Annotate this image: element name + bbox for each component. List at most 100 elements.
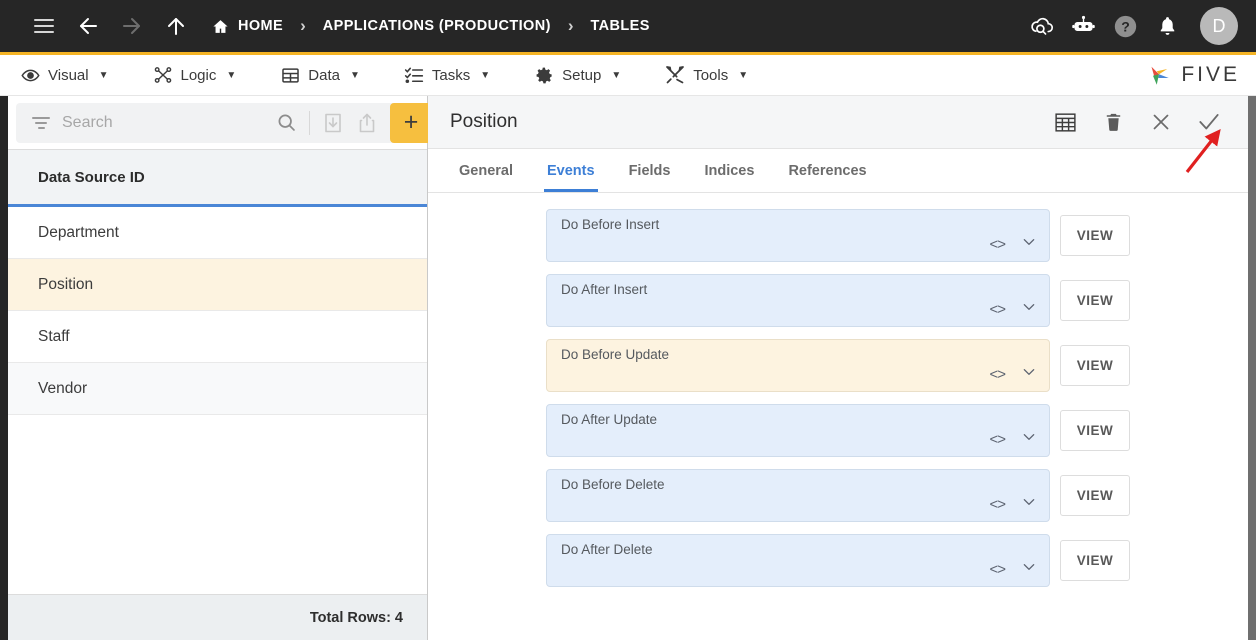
save-check-icon[interactable]: [1192, 105, 1226, 139]
gear-icon: [534, 65, 554, 85]
event-row-do-before-update: Do Before Update <> VIEW: [546, 339, 1130, 392]
event-label: Do After Insert: [561, 282, 648, 297]
table-row[interactable]: Staff: [8, 311, 427, 363]
tab-label: Fields: [628, 162, 671, 179]
cloud-search-icon[interactable]: [1024, 9, 1058, 43]
bell-icon[interactable]: [1150, 9, 1184, 43]
code-icon[interactable]: <>: [989, 496, 1006, 513]
avatar[interactable]: D: [1200, 7, 1238, 45]
svg-text:?: ?: [1121, 18, 1130, 34]
hamburger-menu-icon[interactable]: [22, 4, 66, 48]
import-icon[interactable]: [316, 106, 350, 140]
tab-indices[interactable]: Indices: [687, 149, 771, 192]
grid-column-header-data-source-id[interactable]: Data Source ID: [8, 150, 427, 207]
event-input-do-after-delete[interactable]: Do After Delete <>: [546, 534, 1050, 587]
grid-view-icon[interactable]: [1048, 105, 1082, 139]
search-icon[interactable]: [269, 106, 303, 140]
chevron-down-icon[interactable]: [1021, 494, 1037, 515]
tab-events[interactable]: Events: [530, 149, 612, 192]
breadcrumb-item-applications[interactable]: APPLICATIONS (PRODUCTION): [323, 18, 551, 34]
event-row-do-before-insert: Do Before Insert <> VIEW: [546, 209, 1130, 262]
help-icon[interactable]: ?: [1108, 9, 1142, 43]
event-input-do-after-insert[interactable]: Do After Insert <>: [546, 274, 1050, 327]
table-row[interactable]: Position: [8, 259, 427, 311]
tab-fields[interactable]: Fields: [612, 149, 688, 192]
home-icon: [213, 19, 228, 33]
chevron-down-icon: ▼: [480, 69, 491, 81]
event-input-do-after-update[interactable]: Do After Update <>: [546, 404, 1050, 457]
up-button[interactable]: [154, 4, 198, 48]
view-button[interactable]: VIEW: [1060, 540, 1130, 581]
tab-label: References: [788, 162, 867, 179]
search-input[interactable]: [62, 113, 269, 132]
right-window-edge: [1248, 96, 1256, 640]
tools-icon: [665, 65, 685, 85]
chevron-down-icon[interactable]: [1021, 364, 1037, 385]
view-button[interactable]: VIEW: [1060, 475, 1130, 516]
menu-item-tasks[interactable]: Tasks ▼: [404, 65, 506, 85]
add-button[interactable]: +: [390, 102, 432, 143]
tab-references[interactable]: References: [771, 149, 883, 192]
breadcrumb-label-tables: TABLES: [590, 18, 650, 34]
search-toolbar: +: [8, 96, 440, 149]
event-label: Do Before Update: [561, 347, 670, 362]
event-input-do-before-delete[interactable]: Do Before Delete <>: [546, 469, 1050, 522]
export-icon[interactable]: [350, 106, 384, 140]
view-button[interactable]: VIEW: [1060, 410, 1130, 451]
chevron-down-icon[interactable]: [1021, 559, 1037, 580]
chevron-down-icon[interactable]: [1021, 299, 1037, 320]
arrow-left-icon: [80, 18, 97, 34]
code-icon[interactable]: <>: [989, 366, 1006, 383]
forward-button[interactable]: [110, 4, 154, 48]
event-row-do-before-delete: Do Before Delete <> VIEW: [546, 469, 1130, 522]
view-button[interactable]: VIEW: [1060, 345, 1130, 386]
event-label: Do Before Insert: [561, 217, 660, 232]
event-input-do-before-update[interactable]: Do Before Update <>: [546, 339, 1050, 392]
menu-item-data[interactable]: Data ▼: [280, 65, 376, 85]
table-row[interactable]: Vendor: [8, 363, 427, 415]
page-title: Position: [450, 111, 518, 132]
menu-item-setup[interactable]: Setup ▼: [534, 65, 637, 85]
tab-label: Indices: [704, 162, 755, 179]
code-icon[interactable]: <>: [989, 301, 1006, 318]
close-icon[interactable]: [1144, 105, 1178, 139]
breadcrumb-label-applications: APPLICATIONS (PRODUCTION): [322, 18, 551, 34]
left-window-edge: [0, 96, 8, 640]
row-label: Department: [38, 223, 119, 241]
back-button[interactable]: [66, 4, 110, 48]
toolbar-divider: [309, 110, 310, 135]
chevron-down-icon[interactable]: [1021, 429, 1037, 450]
code-icon[interactable]: <>: [989, 236, 1006, 253]
breadcrumb: HOME › APPLICATIONS (PRODUCTION) › TABLE…: [212, 16, 650, 36]
event-controls: <>: [989, 429, 1037, 450]
search-box[interactable]: +: [16, 102, 440, 143]
filter-icon[interactable]: [28, 116, 54, 129]
code-icon[interactable]: <>: [989, 431, 1006, 448]
table-row[interactable]: Department: [8, 207, 427, 259]
tab-general[interactable]: General: [442, 149, 530, 192]
menu-label-visual: Visual: [48, 66, 89, 84]
menu-item-tools[interactable]: Tools ▼: [665, 65, 764, 85]
view-button[interactable]: VIEW: [1060, 280, 1130, 321]
breadcrumb-label-home: HOME: [238, 18, 284, 34]
breadcrumb-item-home[interactable]: HOME: [212, 18, 283, 35]
data-source-grid: Data Source ID Department Position Staff…: [8, 149, 427, 640]
brand-logo: FIVE: [1144, 60, 1240, 90]
nodes-icon: [153, 65, 173, 85]
event-input-do-before-insert[interactable]: Do Before Insert <>: [546, 209, 1050, 262]
menu-label-data: Data: [308, 66, 340, 84]
event-controls: <>: [989, 299, 1037, 320]
detail-panel: Position General Events Fields Indices R…: [428, 96, 1248, 640]
brand-name: FIVE: [1181, 63, 1240, 86]
total-rows-label: Total Rows: 4: [8, 594, 427, 640]
breadcrumb-item-tables[interactable]: TABLES: [590, 18, 649, 34]
menu-item-visual[interactable]: Visual ▼: [20, 65, 125, 85]
menu-item-logic[interactable]: Logic ▼: [153, 65, 253, 85]
robot-icon[interactable]: [1066, 9, 1100, 43]
view-button[interactable]: VIEW: [1060, 215, 1130, 256]
grid-row-list: Department Position Staff Vendor: [8, 207, 427, 594]
chevron-down-icon[interactable]: [1021, 234, 1037, 255]
code-icon[interactable]: <>: [989, 561, 1006, 578]
delete-icon[interactable]: [1096, 105, 1130, 139]
event-label: Do Before Delete: [561, 477, 665, 492]
